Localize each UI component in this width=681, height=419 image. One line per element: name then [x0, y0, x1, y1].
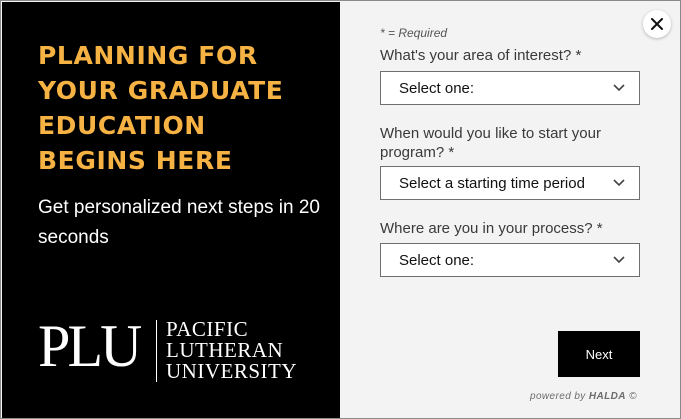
chevron-down-icon	[613, 179, 625, 187]
headline-line: EDUCATION	[38, 111, 206, 140]
field-label-process-stage: Where are you in your process? *	[380, 220, 603, 237]
powered-prefix: powered by	[530, 391, 586, 402]
select-value: Select a starting time period	[399, 175, 585, 192]
lead-form-modal: PLANNING FOR YOUR GRADUATE EDUCATION BEG…	[0, 0, 681, 419]
next-button[interactable]: Next	[558, 331, 640, 377]
logo-mark: PLU	[38, 313, 142, 379]
promo-panel: PLANNING FOR YOUR GRADUATE EDUCATION BEG…	[2, 2, 340, 418]
field-label-area-of-interest: What's your area of interest? *	[380, 47, 582, 64]
close-button[interactable]	[643, 10, 671, 38]
logo-name-line: UNIVERSITY	[166, 359, 297, 383]
powered-brand: HALDA	[588, 391, 626, 402]
logo-wordmark: PACIFIC LUTHERAN UNIVERSITY	[166, 319, 297, 382]
form-panel: * = Required What's your area of interes…	[341, 2, 680, 418]
area-of-interest-select[interactable]: Select one:	[380, 71, 640, 105]
field-label-start-date: When would you like to start your progra…	[380, 125, 601, 161]
headline: PLANNING FOR YOUR GRADUATE EDUCATION BEG…	[38, 38, 328, 178]
select-value: Select one:	[399, 80, 475, 97]
plu-logo: PLU PACIFIC LUTHERAN UNIVERSITY	[38, 313, 308, 384]
headline-line: YOUR GRADUATE	[38, 76, 284, 105]
logo-name-line: LUTHERAN	[166, 338, 284, 362]
chevron-down-icon	[613, 84, 625, 92]
chevron-down-icon	[613, 256, 625, 264]
powered-by[interactable]: powered by HALDA ©	[530, 391, 637, 402]
logo-divider	[156, 320, 157, 382]
subtext: Get personalized next steps in 20 second…	[38, 197, 321, 248]
powered-suffix: ©	[629, 391, 637, 402]
logo-name-line: PACIFIC	[166, 317, 249, 341]
close-icon	[651, 18, 663, 30]
headline-line: PLANNING FOR	[38, 41, 258, 70]
process-stage-select[interactable]: Select one:	[380, 243, 640, 277]
required-note: * = Required	[380, 26, 448, 40]
start-time-select[interactable]: Select a starting time period	[380, 166, 640, 200]
headline-line: BEGINS HERE	[38, 146, 233, 175]
select-value: Select one:	[399, 252, 475, 269]
